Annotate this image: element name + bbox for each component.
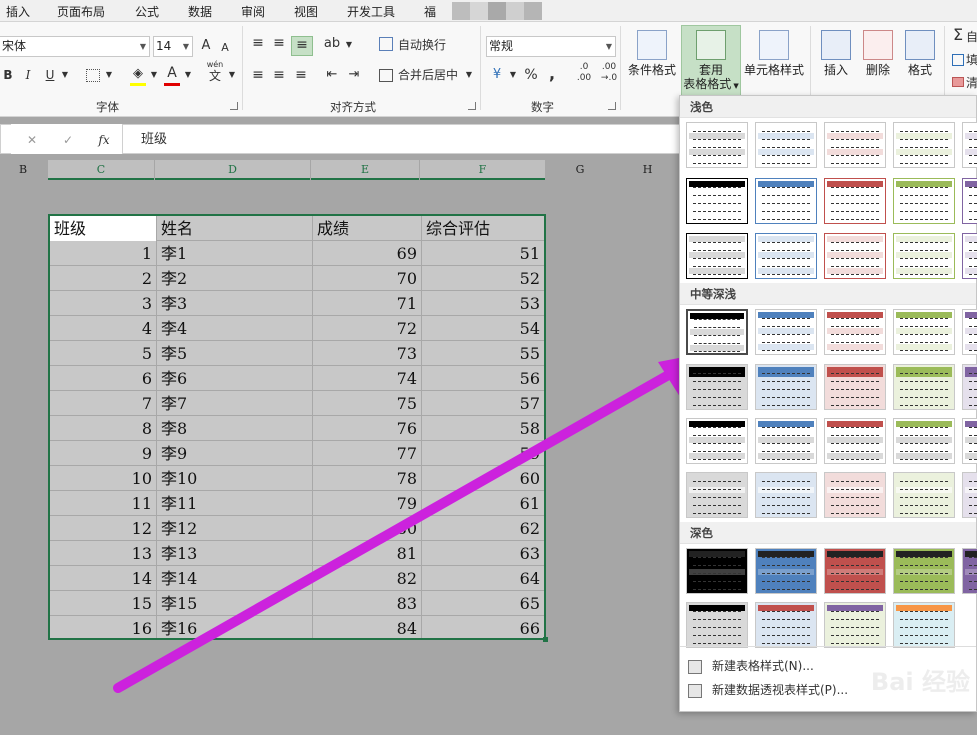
table-style-thumbnail[interactable] — [824, 178, 886, 224]
table-style-thumbnail[interactable] — [962, 364, 977, 410]
table-style-thumbnail[interactable] — [686, 602, 748, 648]
table-style-thumbnail[interactable] — [824, 233, 886, 279]
table-style-thumbnail[interactable] — [755, 602, 817, 648]
table-style-thumbnail[interactable] — [962, 122, 977, 168]
table-style-thumbnail[interactable] — [824, 472, 886, 518]
new-table-style-item[interactable]: 新建表格样式(N)... — [688, 655, 814, 677]
watermark: Bai 经验 jingyan.baidu.com — [868, 668, 970, 709]
new-pivot-style-label: 新建数据透视表样式(P)... — [712, 683, 849, 697]
table-style-thumbnail[interactable] — [893, 472, 955, 518]
table-style-thumbnail[interactable] — [686, 548, 748, 594]
table-style-gallery: 浅色 中等深浅 深色 新建表格样式(N)... 新建数据透视表样式(P)... … — [679, 95, 977, 712]
table-style-thumbnail[interactable] — [962, 418, 977, 464]
watermark-url: jingyan.baidu.com — [868, 696, 970, 709]
table-style-thumbnail[interactable] — [686, 418, 748, 464]
table-style-thumbnail[interactable] — [755, 122, 817, 168]
table-style-thumbnail[interactable] — [962, 548, 977, 594]
table-style-thumbnail[interactable] — [824, 602, 886, 648]
new-table-style-icon — [688, 659, 702, 674]
table-style-thumbnail[interactable] — [962, 233, 977, 279]
new-table-style-label: 新建表格样式(N)... — [712, 659, 814, 673]
table-style-thumbnail[interactable] — [686, 472, 748, 518]
table-style-thumbnail[interactable] — [893, 418, 955, 464]
new-pivot-style-icon — [688, 683, 702, 698]
table-style-thumbnail[interactable] — [824, 309, 886, 355]
table-style-thumbnail[interactable] — [824, 418, 886, 464]
table-style-thumbnail[interactable] — [824, 548, 886, 594]
table-style-thumbnail[interactable] — [755, 233, 817, 279]
table-style-thumbnail[interactable] — [893, 309, 955, 355]
table-style-thumbnail[interactable] — [893, 233, 955, 279]
table-style-thumbnail[interactable] — [686, 309, 748, 355]
section-dark: 深色 — [680, 522, 976, 544]
section-light: 浅色 — [680, 96, 976, 118]
table-style-thumbnail[interactable] — [962, 309, 977, 355]
table-style-thumbnail[interactable] — [893, 122, 955, 168]
watermark-brand: Bai 经验 — [870, 668, 970, 696]
menu-divider — [680, 646, 976, 647]
table-style-thumbnail[interactable] — [962, 178, 977, 224]
table-style-thumbnail[interactable] — [893, 364, 955, 410]
table-style-thumbnail[interactable] — [686, 233, 748, 279]
table-style-thumbnail[interactable] — [755, 418, 817, 464]
table-style-thumbnail[interactable] — [893, 178, 955, 224]
table-style-thumbnail[interactable] — [824, 364, 886, 410]
table-style-thumbnail[interactable] — [962, 472, 977, 518]
table-style-thumbnail[interactable] — [893, 602, 955, 648]
table-style-thumbnail[interactable] — [755, 548, 817, 594]
arrow-shaft — [113, 368, 677, 693]
table-style-thumbnail[interactable] — [686, 178, 748, 224]
table-style-thumbnail[interactable] — [686, 122, 748, 168]
table-style-thumbnail[interactable] — [755, 309, 817, 355]
table-style-thumbnail[interactable] — [686, 364, 748, 410]
table-style-thumbnail[interactable] — [893, 548, 955, 594]
table-style-thumbnail[interactable] — [824, 122, 886, 168]
table-style-thumbnail[interactable] — [755, 472, 817, 518]
new-pivot-style-item[interactable]: 新建数据透视表样式(P)... — [688, 679, 848, 701]
table-style-thumbnail[interactable] — [755, 178, 817, 224]
section-medium: 中等深浅 — [680, 283, 976, 305]
table-style-thumbnail[interactable] — [755, 364, 817, 410]
